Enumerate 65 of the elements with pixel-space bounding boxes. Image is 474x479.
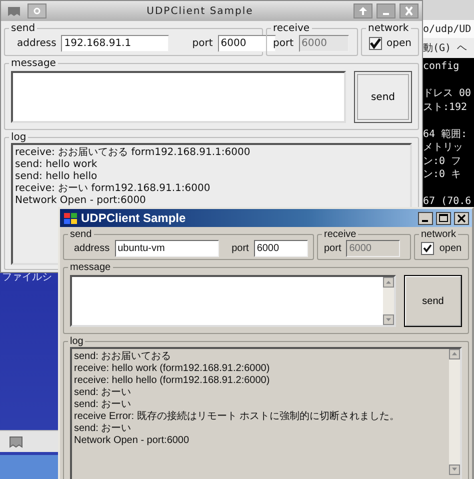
group-label: message: [69, 262, 112, 273]
log-line: send: おーい: [74, 399, 132, 411]
log-line: send: hello work: [15, 159, 98, 171]
open-checkbox[interactable]: [368, 37, 382, 50]
maximize-icon[interactable]: [436, 212, 451, 224]
terminal-line: 67 (70.6: [423, 195, 472, 208]
address-field[interactable]: ubuntu-vm: [114, 240, 219, 257]
window-title: UDPClient Sample: [81, 211, 187, 225]
menu-item[interactable]: 動(G): [423, 41, 452, 55]
desktop-icon-label[interactable]: ファイルシ: [2, 270, 52, 284]
log-line: Network Open - port:6000: [15, 195, 147, 207]
log-line: send: おーい: [74, 423, 132, 435]
address-label: address: [17, 38, 56, 49]
send-button[interactable]: send: [404, 275, 462, 327]
group-label: log: [69, 336, 84, 347]
port-label: port: [192, 38, 213, 49]
message-field[interactable]: [11, 71, 346, 123]
log-line: send: おお届いておる: [74, 351, 172, 363]
app-icon[interactable]: [8, 434, 24, 450]
log-line: send: おーい: [74, 387, 132, 399]
terminal-line: config: [423, 60, 460, 74]
message-field[interactable]: [70, 275, 396, 327]
log-line: receive Error: 既存の接続はリモート ホストに強制的に切断されました。: [74, 411, 401, 423]
open-checkbox[interactable]: [421, 242, 434, 255]
group-label: receive: [272, 23, 311, 34]
desktop-panel: [0, 455, 58, 479]
group-label: log: [10, 132, 28, 143]
terminal-line: ドレス 00: [423, 87, 472, 100]
scrollbar-icon[interactable]: [449, 349, 460, 475]
group-label: network: [420, 229, 458, 240]
terminal-line: ン:0 フ: [423, 154, 462, 168]
log-line: receive: おお届いておる form192.168.91.1:6000: [15, 147, 252, 159]
terminal-line: ン:0 キ: [423, 168, 462, 182]
group-label: message: [10, 58, 57, 69]
port-label: port: [232, 243, 249, 254]
window-title: UDPClient Sample: [146, 6, 254, 16]
close-icon[interactable]: [454, 212, 469, 224]
minimize-icon[interactable]: [418, 212, 433, 224]
address-label: address: [74, 243, 110, 254]
log-line: receive: おーい form192.168.91.1:6000: [15, 183, 212, 195]
group-label: send: [69, 229, 93, 240]
group-label: network: [367, 23, 410, 34]
scrollbar-icon[interactable]: [383, 277, 394, 325]
app-icon[interactable]: [63, 212, 78, 224]
log-line: Network Open - port:6000: [74, 435, 190, 447]
group-label: send: [10, 23, 36, 34]
terminal-title-bar: [421, 0, 474, 20]
send-button[interactable]: send: [354, 71, 412, 123]
open-label: open: [386, 38, 412, 49]
terminal-path: o/udp/UD: [421, 20, 474, 38]
port-field[interactable]: 6000: [254, 240, 308, 257]
terminal-line: スト:192: [423, 100, 468, 114]
group-label: receive: [323, 229, 358, 240]
menu-item[interactable]: ヘ: [457, 41, 468, 55]
terminal-line: 64 範囲:: [423, 128, 468, 141]
port-label: port: [273, 38, 294, 49]
menu-button-icon[interactable]: [27, 3, 47, 19]
port-label: port: [324, 243, 342, 254]
terminal-line: メトリッ: [423, 141, 464, 154]
log-line: send: hello hello: [15, 171, 98, 183]
address-field[interactable]: 192.168.91.1: [61, 35, 170, 52]
raise-icon[interactable]: [353, 3, 373, 19]
log-line: receive: hello work (form192.168.91.2:6000): [74, 363, 271, 375]
open-label: open: [439, 243, 462, 254]
log-line: receive: hello hello (form192.168.91.2:6000): [74, 375, 271, 387]
